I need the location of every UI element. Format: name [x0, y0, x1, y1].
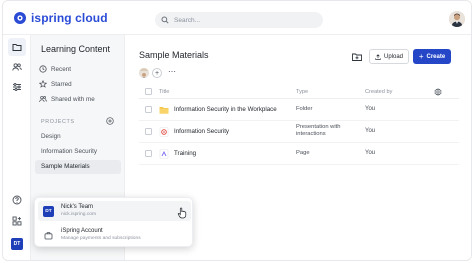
- search-icon: [161, 16, 169, 24]
- row-owner: You: [365, 150, 376, 156]
- sidebar-item-recent[interactable]: Recent: [39, 65, 71, 73]
- search-input[interactable]: Search...: [155, 12, 323, 28]
- logo[interactable]: ispring cloud: [13, 11, 108, 25]
- create-label: Create: [426, 53, 446, 60]
- rail-content-button[interactable]: [8, 38, 26, 56]
- upload-label: Upload: [383, 53, 403, 60]
- row-title: Information Security in the Workplace: [174, 106, 277, 113]
- gear-icon[interactable]: [434, 88, 442, 96]
- upload-button[interactable]: Upload: [369, 49, 409, 64]
- sidebar-item-label: Starred: [51, 80, 72, 88]
- user-photo-icon: [449, 11, 465, 27]
- plus-icon: +: [418, 51, 424, 61]
- sidebar-item-label: Recent: [51, 65, 71, 73]
- ispring-logo-icon: [14, 12, 26, 24]
- row-title: Information Security: [174, 128, 230, 135]
- sidebar-title: Learning Content: [41, 44, 111, 54]
- rail-help-button[interactable]: [8, 191, 26, 209]
- page-icon: [159, 149, 169, 159]
- column-created-by[interactable]: Created by: [365, 89, 392, 95]
- user-photo-icon: [139, 71, 149, 78]
- app-window: ispring cloud Search... DT Learning Cont…: [2, 0, 472, 261]
- new-folder-icon[interactable]: [351, 51, 363, 63]
- table-row[interactable]: Information Security in the Workplace Fo…: [139, 99, 459, 121]
- team-name: Nick's Team: [61, 204, 94, 210]
- content-table: Title Type Created by Information Securi…: [139, 85, 459, 165]
- add-project-icon[interactable]: [106, 117, 114, 125]
- create-button[interactable]: + Create: [413, 49, 451, 64]
- team-badge: DT: [43, 206, 54, 217]
- logo-text: ispring cloud: [31, 11, 108, 25]
- briefcase-icon: [44, 232, 53, 240]
- hand-cursor-icon: [177, 207, 187, 219]
- clock-icon: [39, 65, 47, 73]
- add-collaborator-button[interactable]: +: [152, 68, 162, 78]
- sidebar-project-information-security[interactable]: Information Security: [41, 148, 97, 155]
- ispring-account-menu-item[interactable]: iSpring Account Manage payments and subs…: [38, 225, 191, 245]
- team-menu-item[interactable]: DT Nick's Team nick.ispring.com: [38, 201, 191, 221]
- table-row[interactable]: Training Page You: [139, 143, 459, 165]
- team-domain: nick.ispring.com: [61, 212, 97, 217]
- row-checkbox[interactable]: [145, 150, 152, 157]
- avatar[interactable]: [139, 68, 149, 78]
- row-checkbox[interactable]: [145, 106, 152, 113]
- row-type: Folder: [296, 106, 313, 112]
- top-bar: ispring cloud Search...: [3, 1, 471, 35]
- avatar[interactable]: [449, 11, 465, 27]
- rail-users-button[interactable]: [8, 58, 26, 76]
- sidebar-project-design[interactable]: Design: [41, 133, 61, 140]
- more-options-icon[interactable]: ⋯: [168, 67, 177, 76]
- help-icon: [12, 195, 22, 205]
- select-all-checkbox[interactable]: [145, 88, 152, 95]
- users-icon: [12, 63, 22, 71]
- row-type: Presentation with interactions: [296, 124, 341, 137]
- folder-outline-icon: [12, 44, 22, 51]
- table-header: Title Type Created by: [139, 85, 459, 99]
- row-type: Page: [296, 150, 310, 156]
- rail-settings-button[interactable]: [8, 78, 26, 96]
- presentation-icon: [159, 127, 169, 137]
- account-switcher-popup: DT Nick's Team nick.ispring.com iSpring …: [34, 197, 193, 247]
- row-owner: You: [365, 106, 376, 112]
- sliders-icon: [13, 83, 21, 91]
- sidebar-project-sample-materials[interactable]: Sample Materials: [35, 160, 121, 174]
- team-badge[interactable]: DT: [11, 238, 23, 250]
- row-owner: You: [365, 128, 376, 134]
- projects-section-label: PROJECTS: [41, 119, 75, 125]
- account-subtitle: Manage payments and subscriptions: [61, 236, 141, 241]
- apps-icon: [12, 216, 22, 226]
- star-icon: [39, 80, 47, 88]
- sidebar-item-label: Shared with me: [51, 95, 95, 103]
- page-title: Sample Materials: [139, 50, 209, 60]
- folder-icon: [159, 107, 169, 114]
- row-title: Training: [174, 150, 197, 157]
- collaborators: + ⋯: [139, 67, 177, 78]
- row-checkbox[interactable]: [145, 128, 152, 135]
- column-title[interactable]: Title: [159, 89, 169, 95]
- upload-icon: [375, 53, 381, 60]
- column-type[interactable]: Type: [296, 89, 308, 95]
- users-icon: [39, 95, 47, 103]
- sidebar-item-shared[interactable]: Shared with me: [39, 95, 95, 103]
- sidebar-item-starred[interactable]: Starred: [39, 80, 72, 88]
- icon-rail: DT: [3, 35, 31, 260]
- search-placeholder: Search...: [174, 16, 201, 24]
- rail-apps-button[interactable]: [8, 212, 26, 230]
- account-title: iSpring Account: [61, 228, 103, 234]
- table-row[interactable]: Information Security Presentation with i…: [139, 121, 459, 143]
